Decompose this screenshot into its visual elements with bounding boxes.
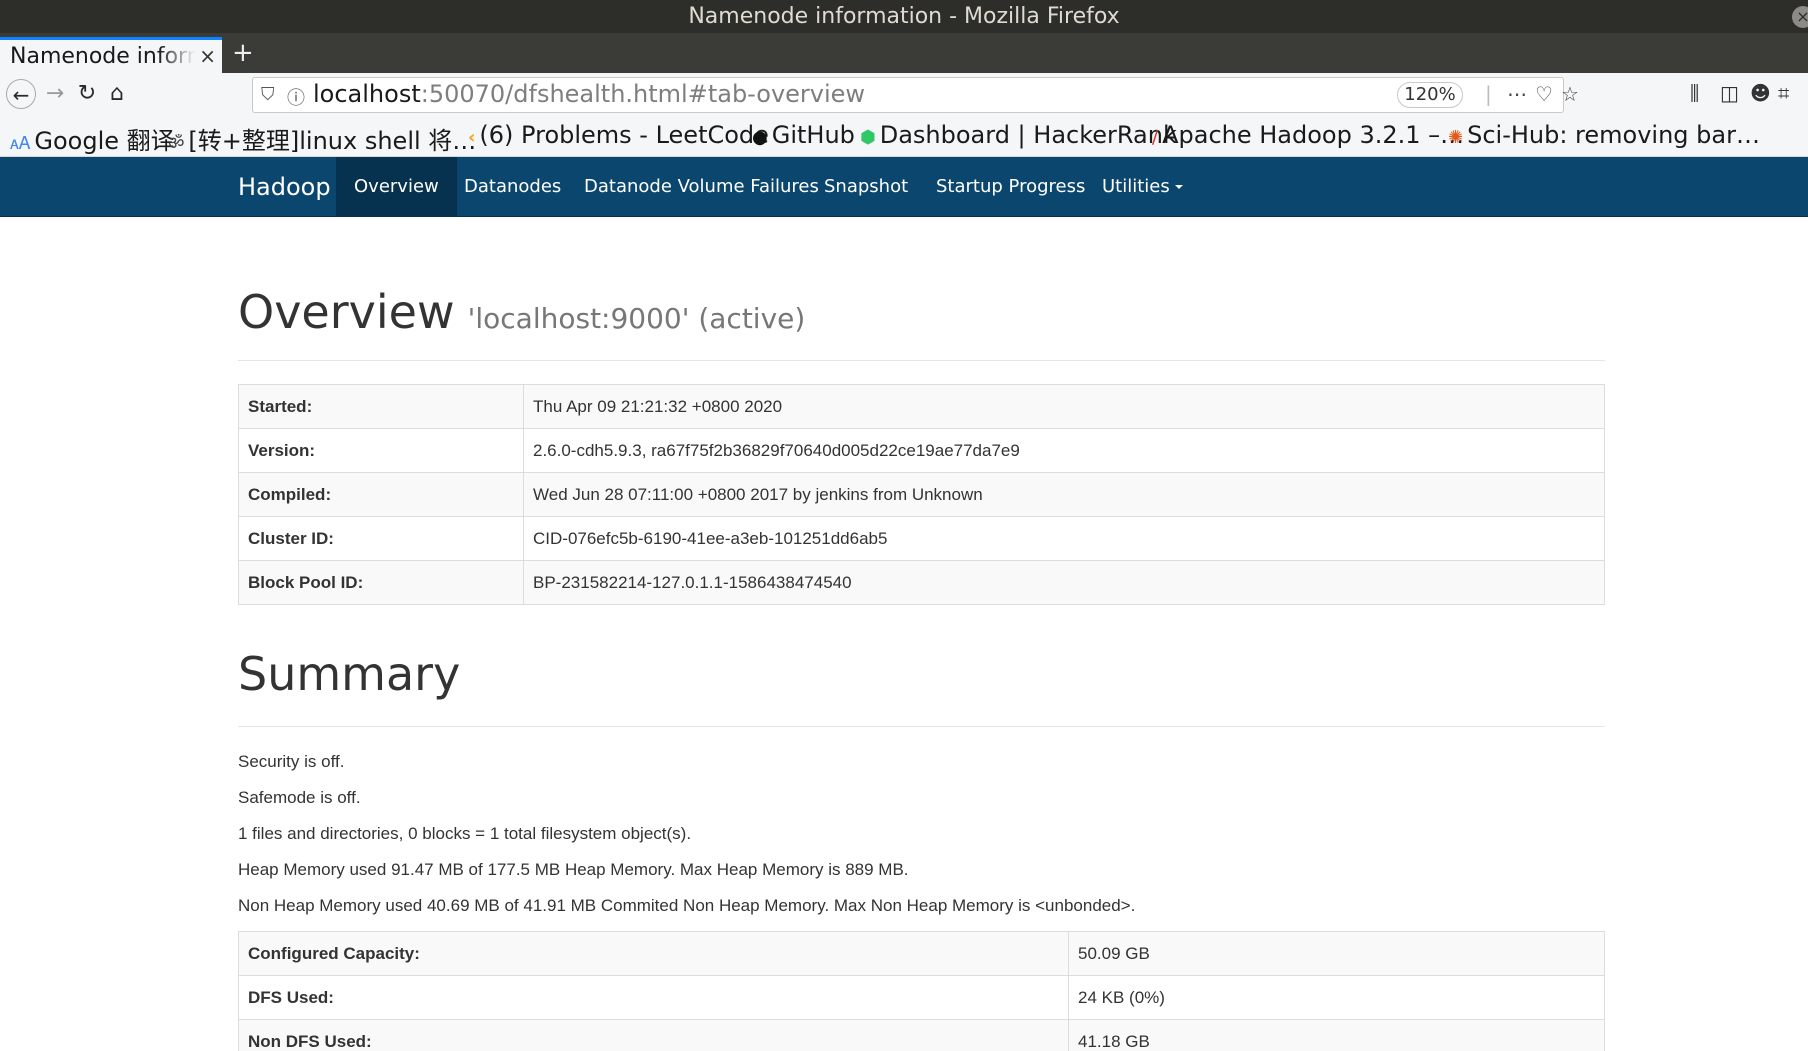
summary-table: Configured Capacity: 50.09 GB DFS Used: 24… [238,931,1605,1051]
bookmark-label: Google 翻译 [34,127,175,155]
hadoop-brand[interactable]: Hadoop [238,157,331,217]
window-title: Namenode information - Mozilla Firefox [688,4,1120,29]
tab-utilities-label: Utilities [1102,176,1170,197]
tracking-shield-icon[interactable]: ⛉ [261,84,275,105]
hadoop-navbar: Hadoop Overview Datanodes Datanode Volum… [0,157,1808,217]
extension-icon[interactable]: ⌗ [1778,81,1789,105]
table-value: Wed Jun 28 07:11:00 +0800 2017 by jenkin… [523,472,1605,517]
url-text[interactable]: localhost:50070/dfshealth.html#tab-overv… [313,80,865,108]
bookmark-star-icon[interactable]: ☆ [1561,82,1579,106]
browser-tab[interactable]: Namenode information × [0,37,222,73]
github-icon: ● [752,127,768,148]
tab-snapshot[interactable]: Snapshot [806,157,926,217]
overview-table: Started: Thu Apr 09 21:21:32 +0800 2020 V… [238,384,1605,605]
summary-line: Non Heap Memory used 40.69 MB of 41.91 M… [238,896,1136,915]
google-translate-icon: 🗚 [10,133,31,154]
bookmark-item[interactable]: ॐ [转+整理]linux shell 将… [168,121,476,156]
table-key: DFS Used: [238,975,1069,1020]
bookmark-label: GitHub [771,121,855,149]
tab-overview[interactable]: Overview [336,157,457,217]
new-tab-icon[interactable]: + [232,37,254,69]
tab-strip: Namenode information × + [0,33,1808,73]
bookmark-label: Sci-Hub: removing bar… [1467,121,1760,149]
bookmark-label: (6) Problems - LeetCode [479,121,769,149]
sidebar-icon[interactable]: ◫ [1720,81,1739,105]
chevron-down-icon [1174,185,1183,189]
bookmark-item[interactable]: 🗚 Google 翻译 [10,121,175,156]
summary-line: 1 files and directories, 0 blocks = 1 to… [238,824,692,843]
tab-datanodes[interactable]: Datanodes [446,157,579,217]
separator: | [1485,82,1492,106]
table-row: Compiled: Wed Jun 28 07:11:00 +0800 2017 … [238,472,1605,517]
forward-arrow-icon[interactable]: → [40,79,70,109]
url-host: localhost [313,80,421,108]
table-value: BP-231582214-127.0.1.1-1586438474540 [523,560,1605,605]
table-key: Configured Capacity: [238,931,1069,976]
pocket-icon[interactable]: ♡ [1535,82,1553,106]
table-value: 2.6.0-cdh5.9.3, ra67f75f2b36829f70640d00… [523,428,1605,473]
bookmark-item[interactable]: ‹ (6) Problems - LeetCode [468,121,769,149]
table-key: Started: [238,384,524,429]
table-value: 24 KB (0%) [1068,975,1605,1020]
summary-title-text: Summary [238,647,461,701]
site-info-icon[interactable]: ⓘ [287,84,305,110]
bookmarks-toolbar: 🗚 Google 翻译 ॐ [转+整理]linux shell 将… ‹ (6) Pr… [0,117,1808,157]
hackerrank-icon: ⬢ [860,127,876,148]
home-icon[interactable]: ⌂ [102,79,132,109]
window-titlebar: Namenode information - Mozilla Firefox × [0,0,1808,33]
table-row: Cluster ID: CID-076efc5b-6190-41ee-a3eb-1… [238,516,1605,561]
tab-utilities[interactable]: Utilities [1084,157,1201,217]
linux-shell-icon: ॐ [168,133,185,154]
scihub-icon: ✺ [1448,127,1464,148]
back-arrow-icon[interactable]: ← [6,79,36,109]
url-path: :50070/dfshealth.html#tab-overview [420,80,866,108]
bookmark-item[interactable]: ● GitHub [752,121,855,149]
bookmark-item[interactable]: ⬢ Dashboard | HackerRank [860,121,1177,149]
bookmark-item[interactable]: / Apache Hadoop 3.2.1 –… [1152,121,1464,149]
leetcode-icon: ‹ [468,127,476,148]
tab-title: Namenode information [10,44,195,69]
summary-line: Security is off. [238,752,345,771]
table-key: Version: [238,428,524,473]
bookmark-label: Dashboard | HackerRank [879,121,1177,149]
summary-title: Summary [238,647,1605,727]
page-title: Overview [238,285,455,339]
table-row: Version: 2.6.0-cdh5.9.3, ra67f75f2b36829f… [238,428,1605,473]
bookmark-item[interactable]: ✺ Sci-Hub: removing bar… [1448,121,1760,149]
table-key: Block Pool ID: [238,560,524,605]
reload-icon[interactable]: ↻ [72,79,102,109]
tab-datanode-volume-failures[interactable]: Datanode Volume Failures [566,157,837,217]
table-key: Cluster ID: [238,516,524,561]
table-row: Block Pool ID: BP-231582214-127.0.1.1-158… [238,560,1605,605]
table-row: Configured Capacity: 50.09 GB [238,931,1605,976]
tab-close-icon[interactable]: × [199,44,216,68]
library-icon[interactable]: ⫼ [1690,81,1699,105]
table-key: Non DFS Used: [238,1019,1069,1051]
overview-header: Overview 'localhost:9000' (active) [238,285,1605,361]
table-row: DFS Used: 24 KB (0%) [238,975,1605,1020]
table-value: 50.09 GB [1068,931,1605,976]
navigation-toolbar: ← → ↻ ⌂ ⛉ ⓘ localhost:50070/dfshealth.ht… [0,73,1808,117]
table-value: CID-076efc5b-6190-41ee-a3eb-101251dd6ab5 [523,516,1605,561]
hadoop-feather-icon: / [1152,127,1159,148]
bookmark-label: [转+整理]linux shell 将… [188,127,477,155]
table-row: Non DFS Used: 41.18 GB [238,1019,1605,1051]
zoom-level-badge[interactable]: 120% [1397,82,1463,108]
tab-startup-progress[interactable]: Startup Progress [918,157,1103,217]
table-value: 41.18 GB [1068,1019,1605,1051]
url-bar[interactable]: ⛉ ⓘ localhost:50070/dfshealth.html#tab-o… [252,77,1579,113]
page-actions-icon[interactable]: ⋯ [1507,82,1527,106]
window-close-icon[interactable]: × [1792,6,1808,28]
summary-line: Heap Memory used 91.47 MB of 177.5 MB He… [238,860,909,879]
account-icon[interactable]: ☻ [1750,81,1771,105]
table-row: Started: Thu Apr 09 21:21:32 +0800 2020 [238,384,1605,429]
bookmark-label: Apache Hadoop 3.2.1 –… [1162,121,1465,149]
page-subtitle: 'localhost:9000' (active) [467,302,806,335]
table-key: Compiled: [238,472,524,517]
summary-line: Safemode is off. [238,788,361,807]
table-value: Thu Apr 09 21:21:32 +0800 2020 [523,384,1605,429]
